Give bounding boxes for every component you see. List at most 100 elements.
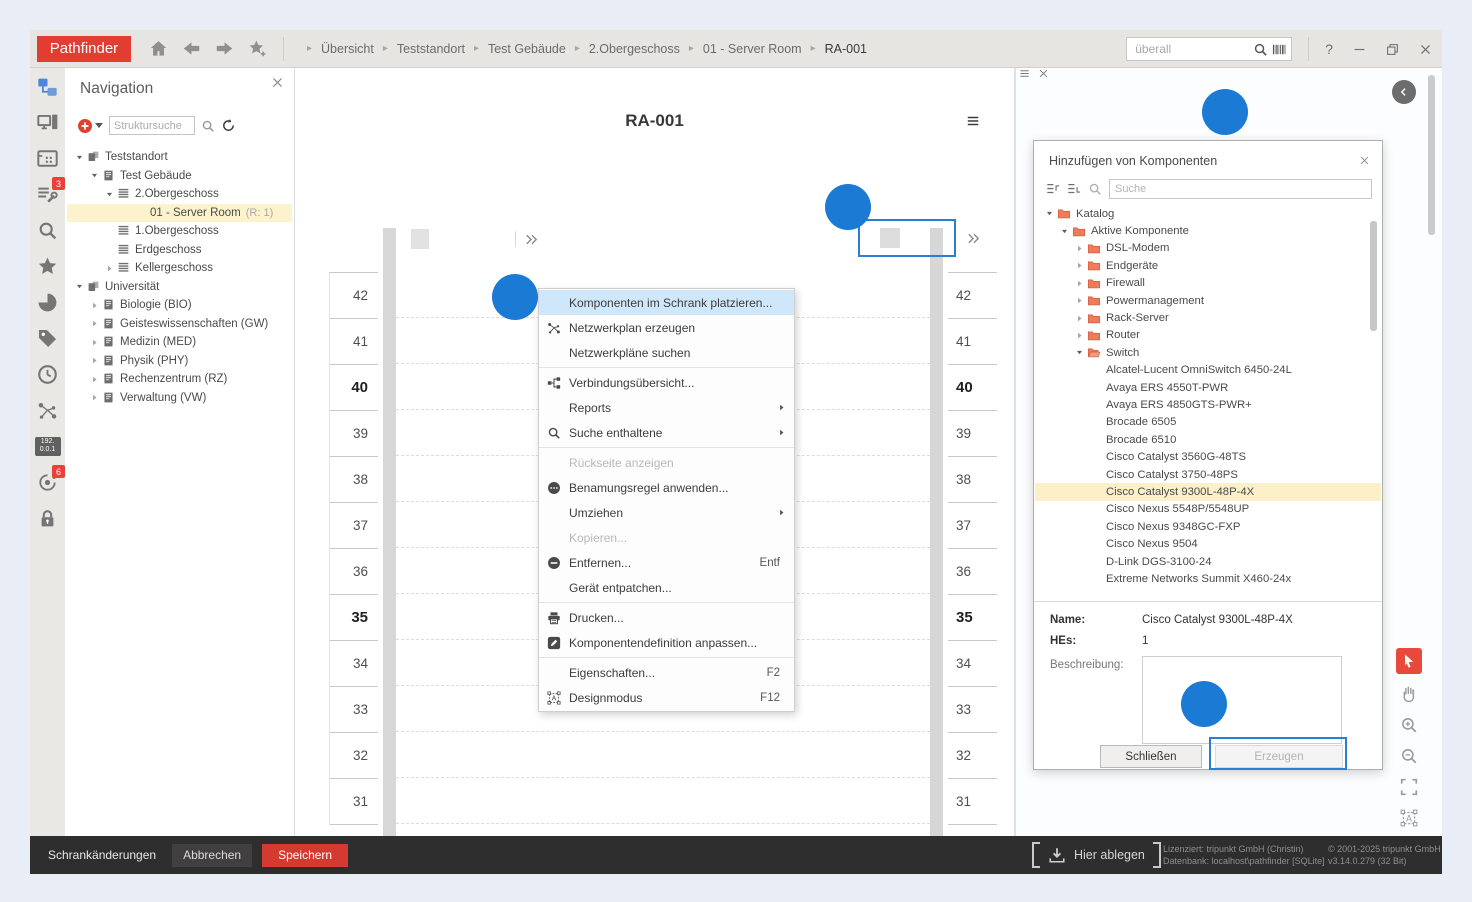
arrow-down-icon[interactable] (75, 153, 87, 162)
rack-slot[interactable] (396, 778, 930, 824)
tree-item[interactable]: Erdgeschoss (67, 241, 292, 260)
menu-item[interactable]: Drucken... (539, 605, 794, 630)
sidebar-module-button[interactable] (30, 104, 65, 140)
catalog-item[interactable]: Cisco Catalyst 3750-48PS (1035, 466, 1381, 483)
sidebar-module-button[interactable]: 3 (30, 176, 65, 212)
catalog-item[interactable]: Katalog (1035, 205, 1381, 222)
close-icon[interactable] (1419, 43, 1432, 56)
double-chevron-right-icon[interactable] (966, 231, 981, 246)
scrollbar[interactable] (1370, 221, 1377, 331)
arrow-right-icon[interactable] (90, 375, 102, 384)
dock-close-icon[interactable] (1038, 68, 1049, 79)
catalog-item[interactable]: Endgeräte (1035, 257, 1381, 274)
breadcrumb-item[interactable]: Übersicht (298, 42, 374, 56)
arrow-down-icon[interactable] (75, 282, 87, 291)
global-search[interactable] (1126, 37, 1292, 61)
menu-item[interactable]: Eigenschaften... F2 (539, 660, 794, 685)
page-button[interactable] (489, 229, 507, 249)
tree-item[interactable]: Teststandort (67, 148, 292, 167)
tree-item[interactable]: Biologie (BIO) (67, 296, 292, 315)
app-logo[interactable]: Pathfinder (37, 36, 131, 62)
arrow-right-icon[interactable] (1075, 279, 1087, 288)
catalog-item[interactable]: Avaya ERS 4550T-PWR (1035, 379, 1381, 396)
catalog-item[interactable]: Cisco Nexus 5548P/5548UP (1035, 501, 1381, 518)
cancel-button[interactable]: Abbrechen (172, 844, 252, 867)
sidebar-module-button[interactable] (30, 248, 65, 284)
catalog-item[interactable]: Cisco Catalyst 9300L-48P-4X (1035, 483, 1381, 500)
expand-all-icon[interactable] (1067, 182, 1081, 196)
sidebar-module-button[interactable]: 192.0.0.1 (30, 428, 65, 464)
sidebar-module-button[interactable] (30, 212, 65, 248)
structure-search-input[interactable] (109, 116, 195, 135)
view-toggle-button[interactable] (880, 228, 900, 248)
catalog-item[interactable]: Brocade 6505 (1035, 414, 1381, 431)
global-search-input[interactable] (1135, 42, 1249, 56)
drop-zone[interactable]: Hier ablegen (1032, 842, 1161, 868)
sidebar-module-button[interactable] (30, 500, 65, 536)
refresh-icon[interactable] (221, 118, 236, 133)
page-button[interactable] (463, 229, 481, 249)
arrow-down-icon[interactable] (90, 171, 102, 180)
sidebar-module-button[interactable] (30, 320, 65, 356)
tree-item[interactable]: Universität (67, 278, 292, 297)
sidebar-module-button[interactable] (30, 392, 65, 428)
arrow-right-icon[interactable] (90, 338, 102, 347)
tree-item[interactable]: 1.Obergeschoss (67, 222, 292, 241)
description-field[interactable] (1142, 656, 1342, 744)
arrow-down-icon[interactable] (1060, 227, 1072, 236)
collapse-panel-button[interactable] (1392, 80, 1416, 104)
menu-item[interactable]: Gerät entpatchen... (539, 575, 794, 600)
tree-item[interactable]: Rechenzentrum (RZ) (67, 370, 292, 389)
arrow-right-icon[interactable] (1075, 296, 1087, 305)
canvas-menu-icon[interactable] (965, 114, 981, 133)
menu-item[interactable]: Suche enthaltene (539, 420, 794, 445)
close-button[interactable]: Schließen (1100, 745, 1202, 768)
select-tool-button[interactable] (1396, 648, 1422, 674)
tree-item[interactable]: 01 - Server Room (R: 1) (67, 204, 292, 223)
catalog-item[interactable]: Powermanagement (1035, 292, 1381, 309)
add-node-button[interactable] (77, 118, 103, 134)
sidebar-module-button[interactable]: 6 (30, 464, 65, 500)
catalog-item[interactable]: Extreme Networks Summit X460-24x (1035, 570, 1381, 587)
arrow-right-icon[interactable] (1075, 331, 1087, 340)
zoom-in-button[interactable] (1398, 714, 1420, 736)
tree-item[interactable]: Physik (PHY) (67, 352, 292, 371)
menu-item[interactable]: Umziehen (539, 500, 794, 525)
arrow-right-icon[interactable] (1075, 314, 1087, 323)
page-button[interactable] (437, 229, 455, 249)
rack-slot[interactable] (396, 732, 930, 778)
arrow-down-icon[interactable] (105, 190, 117, 199)
catalog-item[interactable]: Rack-Server (1035, 309, 1381, 326)
catalog-item[interactable]: Switch (1035, 344, 1381, 361)
tree-item[interactable]: Geisteswissenschaften (GW) (67, 315, 292, 334)
menu-item[interactable]: Netzwerkpläne suchen (539, 340, 794, 365)
barcode-icon[interactable] (1272, 42, 1287, 57)
search-icon[interactable] (1253, 42, 1268, 57)
pan-tool-button[interactable] (1398, 683, 1420, 705)
menu-item[interactable]: Komponenten im Schrank platzieren... (539, 290, 794, 315)
catalog-search-input[interactable] (1109, 179, 1372, 199)
menu-item[interactable]: Reports (539, 395, 794, 420)
arrow-right-icon[interactable] (105, 264, 117, 273)
tree-item[interactable]: Verwaltung (VW) (67, 389, 292, 408)
sidebar-module-button[interactable] (30, 356, 65, 392)
catalog-item[interactable]: Firewall (1035, 275, 1381, 292)
arrow-right-icon[interactable] (1075, 244, 1087, 253)
catalog-item[interactable]: Cisco Catalyst 3560G-48TS (1035, 448, 1381, 465)
save-button[interactable]: Speichern (262, 844, 348, 867)
minimize-icon[interactable] (1353, 43, 1366, 56)
double-chevron-right-icon[interactable] (524, 232, 539, 247)
zoom-out-button[interactable] (1398, 745, 1420, 767)
back-icon[interactable] (182, 39, 201, 58)
collapse-all-icon[interactable] (1046, 182, 1060, 196)
catalog-item[interactable]: Aktive Komponente (1035, 222, 1381, 239)
catalog-item[interactable]: Cisco Nexus 9504 (1035, 535, 1381, 552)
search-icon[interactable] (201, 119, 215, 133)
catalog-item[interactable]: Brocade 6510 (1035, 431, 1381, 448)
view-toggle-button[interactable] (908, 228, 928, 248)
dock-menu-icon[interactable] (1019, 68, 1030, 79)
sidebar-module-button[interactable] (30, 284, 65, 320)
arrow-right-icon[interactable] (90, 319, 102, 328)
page-button[interactable] (411, 229, 429, 249)
arrow-right-icon[interactable] (1075, 261, 1087, 270)
